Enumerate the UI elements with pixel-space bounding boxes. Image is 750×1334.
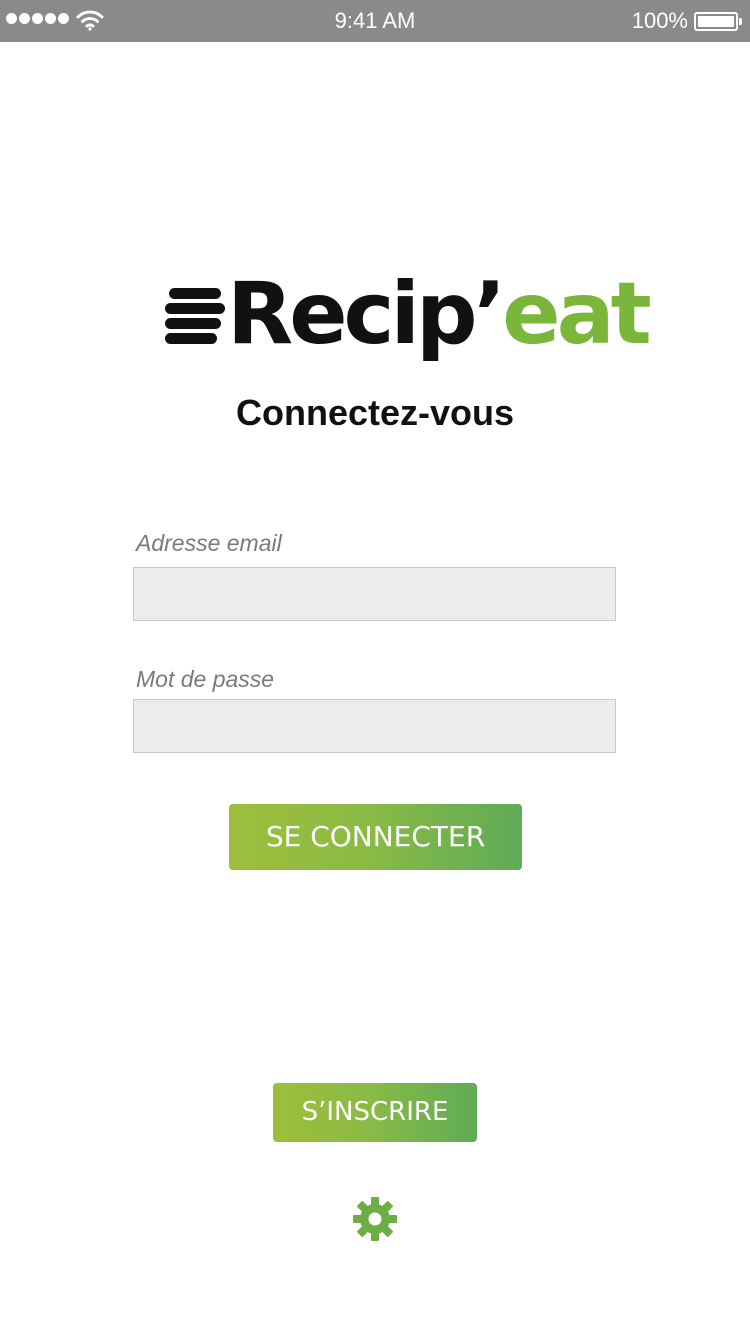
password-field[interactable] bbox=[133, 699, 616, 753]
password-label: Mot de passe bbox=[136, 666, 275, 692]
page-title: Connectez-vous bbox=[235, 392, 515, 433]
logo-text-dark: Recip’ bbox=[227, 264, 506, 364]
app-logo: Recip’eat bbox=[165, 264, 652, 368]
gear-icon[interactable] bbox=[352, 1196, 398, 1242]
login-button[interactable]: SE CONNECTER bbox=[229, 804, 522, 870]
logo-text-green: eat bbox=[502, 264, 651, 364]
logo-wordmark: Recip’eat bbox=[227, 264, 652, 364]
logo-bars-icon bbox=[165, 288, 233, 344]
email-label: Adresse email bbox=[136, 530, 282, 556]
battery-icon bbox=[694, 12, 742, 31]
email-field[interactable] bbox=[133, 567, 616, 621]
battery-percent: 100% bbox=[631, 8, 688, 33]
status-bar: 9:41 AM 100% bbox=[0, 0, 750, 42]
signup-button[interactable]: S’INSCRIRE bbox=[273, 1083, 477, 1142]
